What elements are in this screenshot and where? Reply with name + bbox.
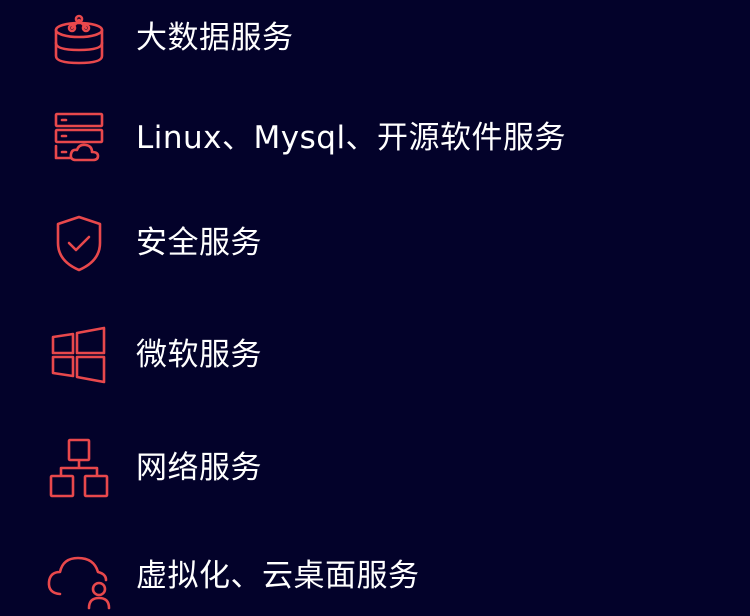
shield-check-icon — [46, 213, 112, 273]
service-label: 微软服务 — [136, 337, 262, 373]
network-topology-icon — [46, 438, 112, 498]
big-data-icon — [46, 8, 112, 68]
service-label: 安全服务 — [136, 225, 262, 261]
windows-icon — [46, 325, 112, 385]
service-list: 大数据服务 Linux、Mysql、开源软件服务 安全服务 微软服务 网络服务 … — [0, 0, 750, 610]
service-item-network[interactable]: 网络服务 — [0, 428, 750, 508]
service-label: 大数据服务 — [136, 20, 294, 56]
service-item-linux-mysql[interactable]: Linux、Mysql、开源软件服务 — [0, 98, 750, 178]
service-item-virtualization[interactable]: 虚拟化、云桌面服务 — [0, 536, 750, 616]
server-cloud-icon — [46, 108, 112, 168]
service-label: 虚拟化、云桌面服务 — [136, 558, 420, 594]
service-label: 网络服务 — [136, 450, 262, 486]
service-item-security[interactable]: 安全服务 — [0, 203, 750, 283]
service-item-big-data[interactable]: 大数据服务 — [0, 0, 750, 78]
service-item-microsoft[interactable]: 微软服务 — [0, 315, 750, 395]
service-label: Linux、Mysql、开源软件服务 — [136, 120, 567, 156]
cloud-user-icon — [46, 546, 112, 610]
